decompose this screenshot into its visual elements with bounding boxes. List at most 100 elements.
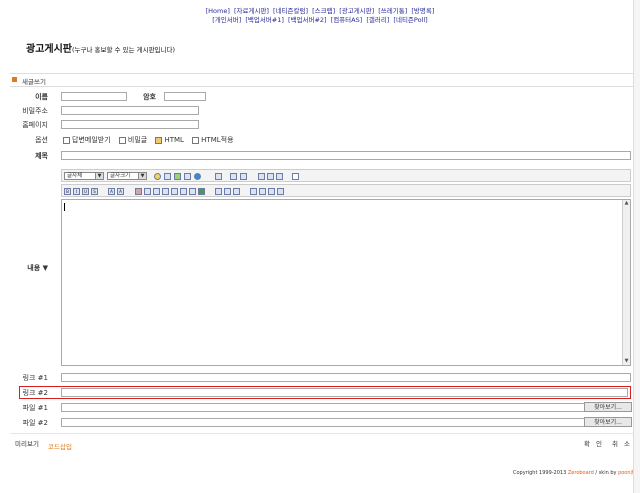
- italic-icon[interactable]: I: [73, 188, 80, 195]
- divider: [10, 433, 634, 434]
- file1-label: 파일 #1: [22, 404, 48, 412]
- top-nav-row-1: [Home] [자료게시판] [네티즌칼럼] [스크랩] [광고게시판] [쓰레…: [0, 7, 640, 16]
- chevron-down-icon: ▼: [95, 173, 103, 179]
- table-icon[interactable]: [184, 173, 191, 180]
- options-group: 답변메일받기 비밀글 HTML HTML적용: [63, 135, 240, 145]
- strike-icon[interactable]: S: [91, 188, 98, 195]
- code-insert-button[interactable]: 코드삽입: [48, 441, 72, 451]
- bullet-list-icon[interactable]: [259, 188, 266, 195]
- preview-button[interactable]: 미리보기: [15, 438, 39, 448]
- file2-input[interactable]: [61, 418, 611, 427]
- file2-browse-button[interactable]: 찾아보기...: [584, 417, 632, 427]
- editor-scrollbar[interactable]: ▲ ▼: [622, 200, 630, 365]
- cut-icon[interactable]: [144, 188, 151, 195]
- editor-toolbar-row-2: B I U S A A: [61, 184, 631, 197]
- print-icon[interactable]: [215, 173, 222, 180]
- checkbox-icon[interactable]: [155, 136, 163, 144]
- checkbox-icon[interactable]: [118, 136, 126, 144]
- size-select[interactable]: 글자크기 ▼: [107, 172, 147, 180]
- file1-input[interactable]: [61, 403, 611, 412]
- nav-home[interactable]: [Home]: [206, 7, 230, 15]
- underline-icon[interactable]: U: [82, 188, 89, 195]
- cancel-button[interactable]: 취 소: [612, 438, 632, 448]
- paste-icon[interactable]: [162, 188, 169, 195]
- nav-trash[interactable]: [쓰레기통]: [378, 7, 407, 15]
- subject-input[interactable]: [61, 151, 631, 160]
- justify-left-icon[interactable]: [215, 188, 222, 195]
- grid-icon[interactable]: [230, 173, 237, 180]
- email-input[interactable]: [61, 106, 199, 115]
- nav-personal-server[interactable]: [개인서버]: [212, 16, 241, 24]
- page-scrollbar[interactable]: [633, 0, 640, 493]
- board-subtitle: (누구나 홍보할 수 있는 게시판입니다): [72, 46, 176, 54]
- option-secret[interactable]: 비밀글: [118, 135, 147, 145]
- undo-icon[interactable]: [189, 188, 196, 195]
- copy-icon[interactable]: [153, 188, 160, 195]
- nav-backup-2[interactable]: [백업서버#2]: [288, 16, 327, 24]
- homepage-input[interactable]: [61, 120, 199, 129]
- scroll-up-icon[interactable]: ▲: [623, 200, 630, 207]
- grid-alt-icon[interactable]: [240, 173, 247, 180]
- justify-right-icon[interactable]: [233, 188, 240, 195]
- nav-scrap[interactable]: [스크랩]: [312, 7, 335, 15]
- nav-data-board[interactable]: [자료게시판]: [234, 7, 269, 15]
- align-right-icon[interactable]: [276, 173, 283, 180]
- align-left-icon[interactable]: [258, 173, 265, 180]
- image-icon[interactable]: [164, 173, 171, 180]
- nav-gallery[interactable]: [갤러리]: [366, 16, 389, 24]
- board-title: 광고게시판: [26, 44, 72, 55]
- password-input[interactable]: [164, 92, 206, 101]
- replace-icon[interactable]: [180, 188, 187, 195]
- superscript-icon[interactable]: A: [108, 188, 115, 195]
- link1-label: 링크 #1: [22, 374, 48, 382]
- ordered-list-icon[interactable]: [250, 188, 257, 195]
- option-html[interactable]: HTML: [155, 136, 184, 144]
- copyright: Copyright 1999-2013 Zeroboard / skin by …: [513, 470, 636, 476]
- subscript-icon[interactable]: A: [117, 188, 124, 195]
- editor-toolbar-row-1: 글자체 ▼ 글자크기 ▼: [61, 169, 631, 182]
- nav-ad-board[interactable]: [광고게시판]: [339, 7, 374, 15]
- save-icon[interactable]: [198, 188, 205, 195]
- indent-icon[interactable]: [277, 188, 284, 195]
- subject-label: 제목: [35, 152, 48, 160]
- nav-guestbook[interactable]: [방명록]: [411, 7, 434, 15]
- name-label: 이름: [35, 93, 48, 101]
- checkbox-icon[interactable]: [192, 136, 200, 144]
- emoticon-icon[interactable]: [154, 173, 161, 180]
- font-color-icon[interactable]: [135, 188, 142, 195]
- content-label: 내용 ▼: [27, 264, 48, 272]
- option-reply-mail[interactable]: 답변메일받기: [63, 135, 111, 145]
- write-header-bar: 새글쓰기: [10, 73, 634, 87]
- password-label: 암호: [143, 93, 156, 101]
- content-textarea[interactable]: ▲ ▼: [61, 199, 631, 366]
- checkbox-icon[interactable]: [63, 136, 70, 144]
- globe-icon[interactable]: [194, 173, 201, 180]
- text-cursor: [64, 203, 65, 211]
- find-icon[interactable]: [171, 188, 178, 195]
- scroll-down-icon[interactable]: ▼: [623, 358, 630, 365]
- outdent-icon[interactable]: [268, 188, 275, 195]
- file2-label: 파일 #2: [22, 419, 48, 427]
- top-nav-row-2: [개인서버] [백업서버#1] [백업서버#2] [컴퓨터AS] [갤러리] […: [0, 16, 640, 25]
- option-html-apply[interactable]: HTML적용: [192, 135, 234, 145]
- options-label: 옵션: [35, 136, 48, 144]
- email-label: 비밀주소: [22, 107, 48, 115]
- homepage-label: 홈페이지: [22, 121, 48, 129]
- nav-column[interactable]: [네티즌칼럼]: [273, 7, 308, 15]
- media-icon[interactable]: [174, 173, 181, 180]
- zeroboard-link[interactable]: Zeroboard: [568, 470, 594, 476]
- write-label: 새글쓰기: [22, 78, 46, 86]
- link2-input[interactable]: [61, 388, 628, 397]
- bold-icon[interactable]: B: [64, 188, 71, 195]
- justify-center-icon[interactable]: [224, 188, 231, 195]
- nav-poll[interactable]: [네티즌Poll]: [393, 16, 427, 24]
- document-icon[interactable]: [292, 173, 299, 180]
- confirm-button[interactable]: 확 인: [584, 438, 604, 448]
- link1-input[interactable]: [61, 373, 631, 382]
- nav-computer-as[interactable]: [컴퓨터AS]: [331, 16, 363, 24]
- font-select[interactable]: 글자체 ▼: [64, 172, 104, 180]
- page-title: 광고게시판(누구나 홍보할 수 있는 게시판입니다): [26, 40, 175, 55]
- align-center-icon[interactable]: [267, 173, 274, 180]
- file1-browse-button[interactable]: 찾아보기...: [584, 402, 632, 412]
- nav-backup-1[interactable]: [백업서버#1]: [245, 16, 284, 24]
